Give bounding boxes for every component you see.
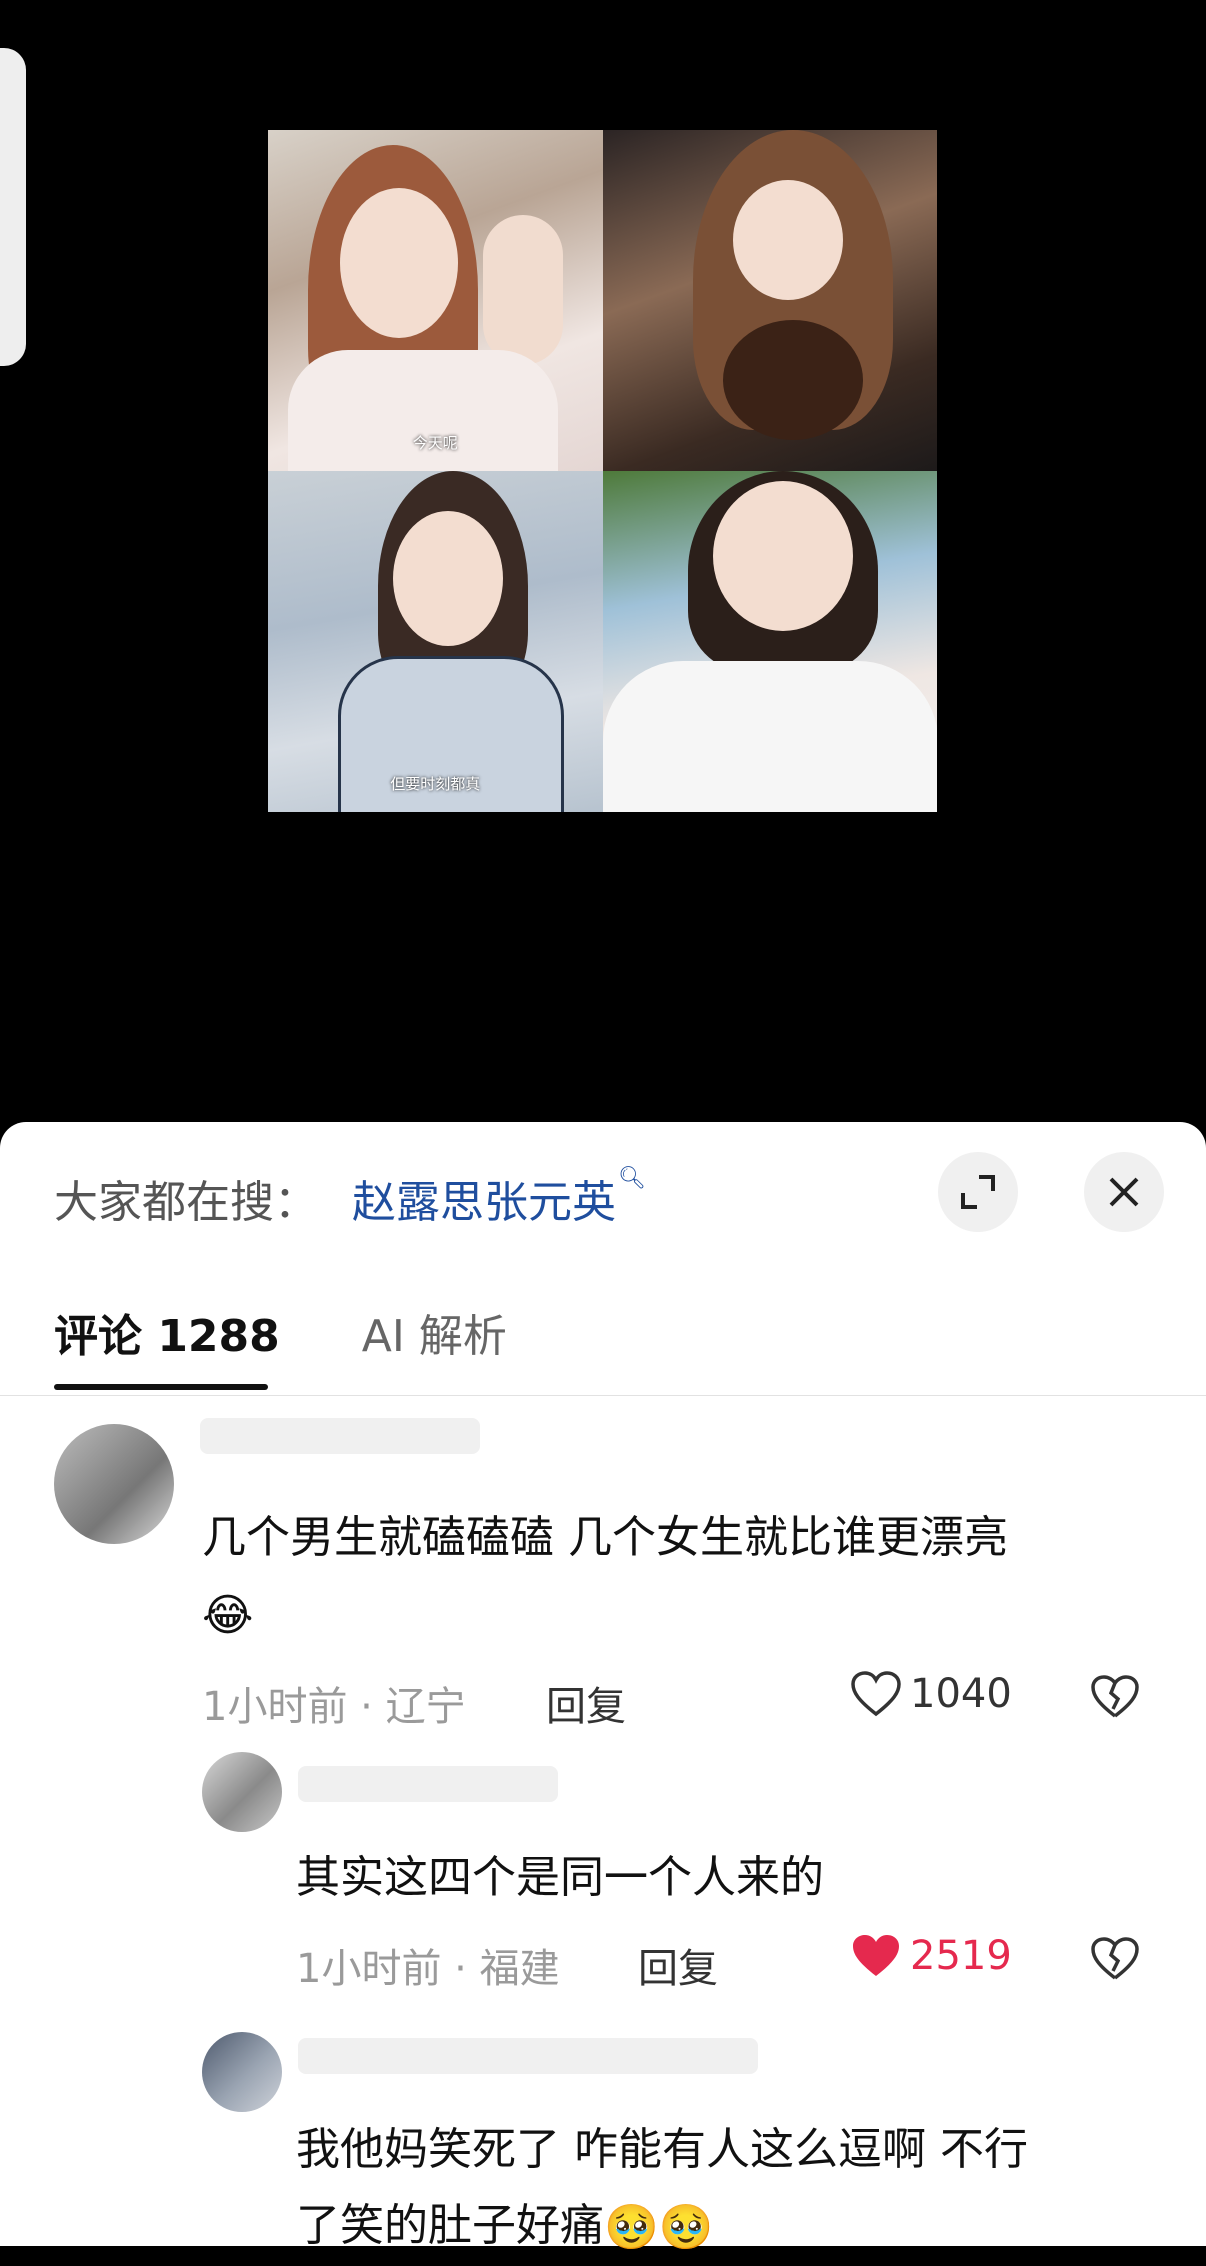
white-top bbox=[602, 661, 937, 812]
photo-top-left[interactable]: 今天呢 bbox=[268, 130, 603, 471]
heart-outline-icon bbox=[851, 1671, 901, 1717]
tab-ai-analysis[interactable]: AI 解析 bbox=[362, 1300, 507, 1364]
teary-emoji: 🥹🥹 bbox=[604, 2202, 714, 2253]
dog bbox=[722, 320, 863, 440]
comment-meta: 1小时前 · 福建 bbox=[296, 1946, 560, 1992]
username[interactable] bbox=[298, 1766, 558, 1802]
search-icon: 🔍︎ bbox=[618, 1166, 646, 1191]
tab-bar: 评论 1288 AI 解析 bbox=[54, 1300, 589, 1364]
comment-sheet: 大家都在搜： 赵露思张元英🔍︎ 评论 1288 AI 解析 几个男生就磕磕磕 几… bbox=[0, 1122, 1206, 2253]
username[interactable] bbox=[200, 1418, 480, 1454]
avatar[interactable] bbox=[202, 2032, 282, 2112]
close-button[interactable] bbox=[1084, 1152, 1164, 1232]
tab-comments[interactable]: 评论 1288 bbox=[54, 1300, 280, 1364]
laughing-emoji: 😂 bbox=[202, 1590, 254, 1641]
photo-caption: 但要时刻都真 bbox=[390, 775, 481, 793]
search-label: 大家都在搜： bbox=[54, 1177, 318, 1228]
heart-filled-icon bbox=[853, 1935, 899, 1976]
photo-caption: 今天呢 bbox=[412, 434, 458, 452]
like-count: 2519 bbox=[910, 1933, 1012, 1979]
photo-bottom-left[interactable]: 但要时刻都真 bbox=[268, 471, 603, 812]
active-tab-indicator bbox=[54, 1384, 268, 1390]
expand-icon bbox=[961, 1175, 995, 1209]
side-edge-tab[interactable] bbox=[0, 48, 26, 366]
comment-meta: 1小时前 · 辽宁 bbox=[202, 1684, 466, 1730]
like-button[interactable]: 2519 bbox=[850, 1932, 1012, 1980]
close-icon bbox=[1109, 1177, 1139, 1207]
waving-hand bbox=[483, 215, 563, 365]
divider bbox=[0, 1395, 1206, 1396]
reply-button[interactable]: 回复 bbox=[638, 1936, 718, 1994]
search-query-link[interactable]: 赵露思张元英🔍︎ bbox=[352, 1166, 646, 1230]
photo-top-right[interactable] bbox=[602, 130, 937, 471]
dislike-icon[interactable] bbox=[1090, 1674, 1140, 1720]
like-button[interactable]: 1040 bbox=[850, 1670, 1012, 1718]
comment-text: 几个男生就磕磕磕 几个女生就比谁更漂亮 😂 bbox=[202, 1500, 1162, 1654]
expand-button[interactable] bbox=[938, 1152, 1018, 1232]
avatar[interactable] bbox=[54, 1424, 174, 1544]
search-suggestion: 大家都在搜： 赵露思张元英🔍︎ bbox=[54, 1166, 646, 1230]
comment-text: 我他妈笑死了 咋能有人这么逗啊 不行 了笑的肚子好痛🥹🥹 bbox=[296, 2112, 1176, 2266]
dislike-icon[interactable] bbox=[1090, 1936, 1140, 1982]
comment-text: 其实这四个是同一个人来的 bbox=[296, 1852, 824, 1903]
photo-bottom-right[interactable] bbox=[602, 471, 937, 812]
username[interactable] bbox=[298, 2038, 758, 2074]
image-collage[interactable]: 今天呢 但要时刻都真 bbox=[268, 130, 937, 812]
reply-button[interactable]: 回复 bbox=[546, 1674, 626, 1732]
avatar[interactable] bbox=[202, 1752, 282, 1832]
like-count: 1040 bbox=[910, 1671, 1012, 1717]
